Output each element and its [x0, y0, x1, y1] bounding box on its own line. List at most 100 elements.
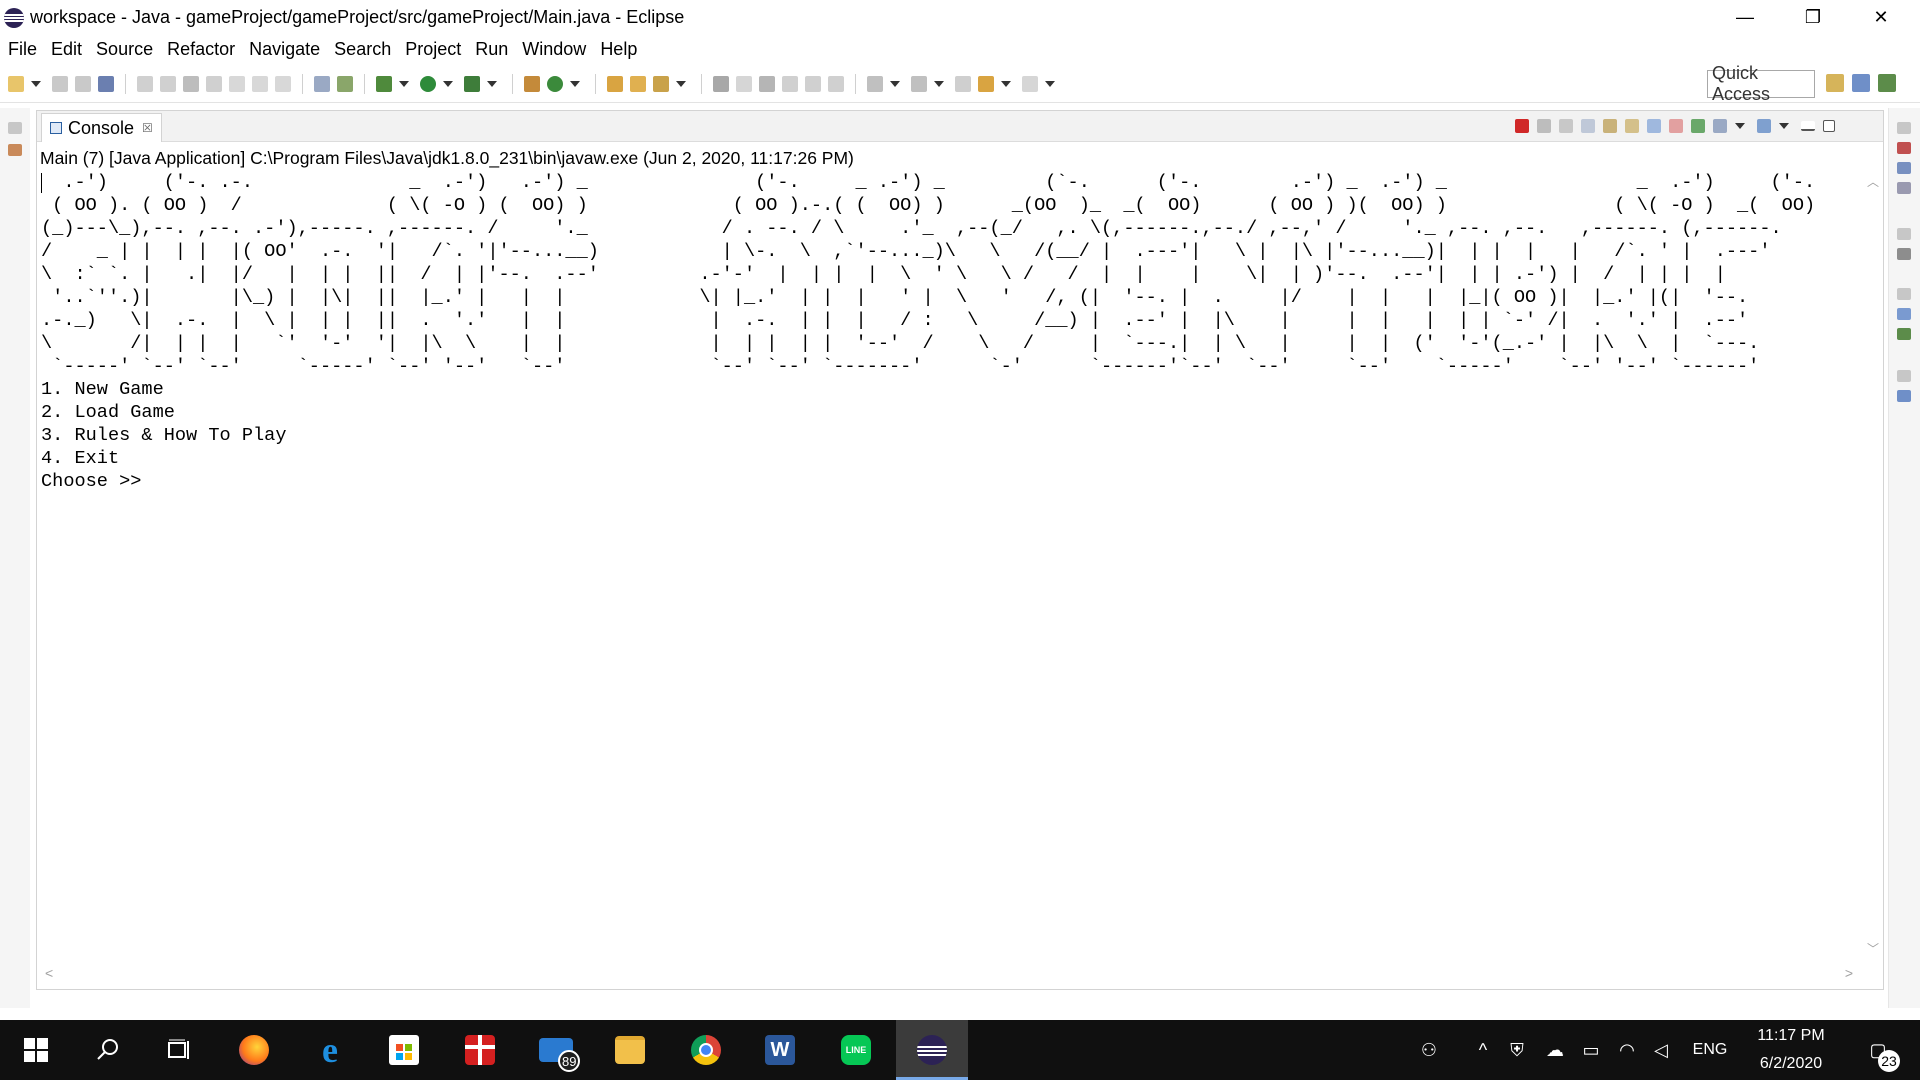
menu-edit[interactable]: Edit [44, 39, 89, 60]
tab-console[interactable]: Console ☒ [41, 113, 162, 142]
taskbar-gift[interactable] [444, 1020, 516, 1080]
new-class-icon[interactable] [547, 76, 563, 92]
word-wrap-icon[interactable] [1625, 119, 1639, 133]
link-icon[interactable] [759, 76, 775, 92]
new-package-icon[interactable] [524, 76, 540, 92]
menu-window[interactable]: Window [515, 39, 593, 60]
scroll-down-icon[interactable]: ﹀ [1867, 940, 1879, 957]
outline-view-icon[interactable] [1897, 248, 1911, 260]
search-dropdown-icon[interactable] [676, 81, 686, 87]
prev-annotation-dropdown-icon[interactable] [934, 81, 944, 87]
defender-icon[interactable]: ⛨ [1506, 1039, 1528, 1061]
people-icon[interactable]: ⚇ [1418, 1039, 1440, 1061]
open-console-dropdown-icon[interactable] [1779, 123, 1789, 129]
open-task-icon[interactable] [630, 76, 646, 92]
onedrive-icon[interactable]: ☁ [1544, 1039, 1566, 1061]
minimize-view-icon[interactable] [1801, 121, 1815, 131]
search-tool-icon[interactable] [653, 76, 669, 92]
debug-config-icon[interactable] [337, 76, 353, 92]
task-view-button[interactable] [144, 1020, 216, 1080]
quick-access-input[interactable]: Quick Access [1707, 63, 1815, 104]
maximize-view-icon[interactable] [1823, 120, 1835, 132]
outline-icon[interactable] [314, 76, 330, 92]
menu-project[interactable]: Project [398, 39, 468, 60]
step-into-icon[interactable] [229, 76, 245, 92]
restore-debug-icon[interactable] [1897, 288, 1911, 300]
menu-navigate[interactable]: Navigate [242, 39, 327, 60]
hierarchy-icon[interactable] [1897, 308, 1911, 320]
volume-icon[interactable]: ◁ [1650, 1039, 1672, 1061]
package-explorer-icon[interactable] [8, 144, 22, 156]
next-annotation-dropdown-icon[interactable] [890, 81, 900, 87]
clock[interactable]: 11:17 PM 6/2/2020 [1746, 1020, 1836, 1080]
java-perspective-icon[interactable] [1852, 74, 1870, 92]
taskbar-eclipse[interactable] [896, 1020, 968, 1080]
restore-task-icon[interactable] [1897, 370, 1911, 382]
vertical-scrollbar[interactable]: ︿ ﹀ [1863, 171, 1881, 959]
problems-icon[interactable] [1897, 142, 1911, 154]
declaration-icon[interactable] [1897, 182, 1911, 194]
minimize-button[interactable]: — [1722, 0, 1768, 34]
task-list-icon[interactable] [1897, 390, 1911, 402]
new-class-dropdown-icon[interactable] [570, 81, 580, 87]
back-icon[interactable] [978, 76, 994, 92]
skip-breakpoints-icon[interactable] [98, 76, 114, 92]
menu-help[interactable]: Help [593, 39, 644, 60]
debug-dropdown-icon[interactable] [399, 81, 409, 87]
clear-console-icon[interactable] [1581, 119, 1595, 133]
annotation-icon[interactable] [736, 76, 752, 92]
restore-view-icon[interactable] [8, 122, 22, 134]
remove-all-icon[interactable] [1559, 119, 1573, 133]
coverage-icon[interactable] [464, 76, 480, 92]
scroll-lock-icon[interactable] [1603, 119, 1617, 133]
search-button[interactable] [72, 1020, 144, 1080]
run-dropdown-icon[interactable] [443, 81, 453, 87]
pin-console-icon[interactable] [1691, 119, 1705, 133]
taskbar-store[interactable] [368, 1020, 440, 1080]
horizontal-scrollbar[interactable]: < > [37, 963, 1863, 985]
menu-file[interactable]: File [0, 39, 44, 60]
javadoc-icon[interactable] [1897, 162, 1911, 174]
forward-icon[interactable] [1022, 76, 1038, 92]
display-console-icon[interactable] [1713, 119, 1727, 133]
taskbar-line[interactable]: LINE [820, 1020, 892, 1080]
menu-source[interactable]: Source [89, 39, 160, 60]
tab-close-icon[interactable]: ☒ [142, 121, 153, 135]
new-icon[interactable] [8, 76, 24, 92]
new-dropdown-icon[interactable] [31, 81, 41, 87]
show-on-stderr-icon[interactable] [1669, 119, 1683, 133]
restore-button[interactable]: ❐ [1790, 0, 1836, 34]
debug-icon[interactable] [376, 76, 392, 92]
open-type-icon[interactable] [607, 76, 623, 92]
chevron-up-icon[interactable]: ^ [1472, 1039, 1494, 1061]
taskbar-chrome[interactable] [670, 1020, 742, 1080]
taskbar-word[interactable]: W [744, 1020, 816, 1080]
menu-search[interactable]: Search [327, 39, 398, 60]
resume-icon[interactable] [137, 76, 153, 92]
wifi-icon[interactable]: ◠ [1616, 1039, 1638, 1061]
terminate-icon[interactable] [1515, 119, 1529, 133]
battery-icon[interactable]: ▭ [1580, 1039, 1602, 1061]
suspend-icon[interactable] [160, 76, 176, 92]
step-return-icon[interactable] [275, 76, 291, 92]
restore-outline-icon[interactable] [1897, 228, 1911, 240]
pilcrow-icon[interactable] [828, 76, 844, 92]
menu-run[interactable]: Run [468, 39, 515, 60]
debug-view-icon[interactable] [1897, 328, 1911, 340]
next-annotation-icon[interactable] [867, 76, 883, 92]
taskbar-edge[interactable]: e [294, 1020, 366, 1080]
language-indicator[interactable]: ENG [1680, 1020, 1740, 1080]
close-button[interactable]: ✕ [1858, 0, 1904, 34]
menu-refactor[interactable]: Refactor [160, 39, 242, 60]
disconnect-icon[interactable] [206, 76, 222, 92]
scroll-up-icon[interactable]: ︿ [1867, 173, 1879, 190]
coverage-dropdown-icon[interactable] [487, 81, 497, 87]
prev-annotation-icon[interactable] [911, 76, 927, 92]
open-console-icon[interactable] [1757, 119, 1771, 133]
terminate-icon[interactable] [183, 76, 199, 92]
scroll-left-icon[interactable]: < [45, 965, 53, 981]
taskbar-mail[interactable]: 89 [520, 1020, 592, 1080]
console-output[interactable]: .-') ('-. .-. _ .-') .-') _ ('-. _ .-') … [41, 171, 1815, 493]
show-whitespace-icon[interactable] [805, 76, 821, 92]
run-icon[interactable] [420, 76, 436, 92]
